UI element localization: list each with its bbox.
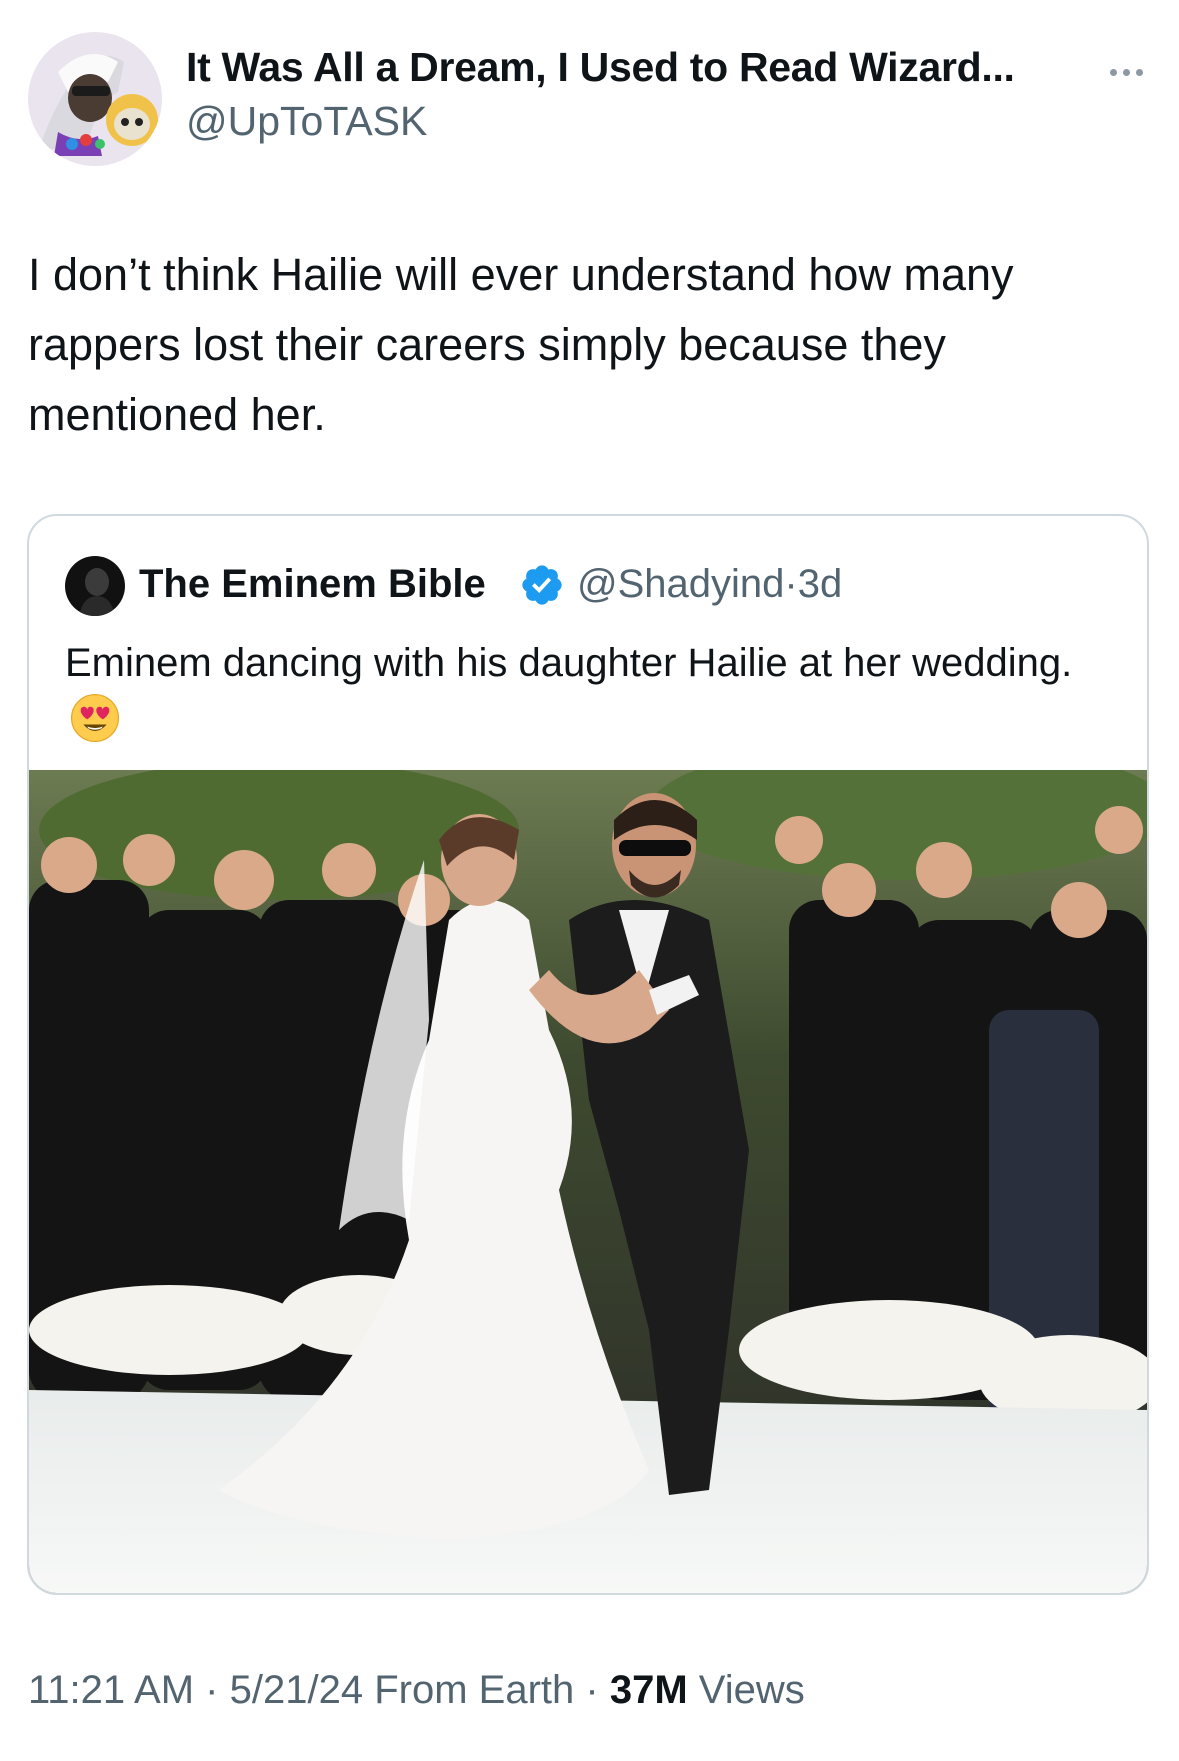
more-dot-icon — [1135, 68, 1143, 76]
quoted-author-name[interactable]: The Eminem Bible — [139, 562, 486, 607]
wedding-dance-photo[interactable] — [29, 770, 1147, 1595]
quoted-tweet-card[interactable]: The Eminem Bible @Shadyind·3d Eminem dan… — [27, 514, 1149, 1595]
author-name[interactable]: It Was All a Dream, I Used to Read Wizar… — [186, 44, 1015, 91]
tweet-text: I don’t think Hailie will ever understan… — [28, 249, 1014, 440]
author-avatar[interactable] — [28, 32, 162, 166]
quoted-handle[interactable]: @Shadyind — [577, 562, 784, 606]
author-avatar-image — [28, 32, 162, 166]
meta-separator: · — [784, 562, 798, 606]
views-label: Views — [698, 1668, 805, 1712]
tweet-time[interactable]: 11:21 AM — [28, 1668, 194, 1712]
quoted-tweet-text: Eminem dancing with his daughter Hailie … — [65, 634, 1105, 750]
tweet-date[interactable]: 5/21/24 — [230, 1668, 363, 1712]
tweet-source: From Earth — [374, 1668, 575, 1712]
more-options-button[interactable] — [1096, 52, 1156, 92]
meta-separator: · — [585, 1668, 599, 1712]
author-handle[interactable]: @UpToTASK — [186, 98, 427, 145]
heart-eyes-emoji-icon — [70, 693, 120, 743]
more-dot-icon — [1122, 68, 1130, 76]
quoted-text-body: Eminem dancing with his daughter Hailie … — [65, 641, 1073, 685]
verified-badge-icon — [522, 565, 562, 605]
quoted-avatar-image — [65, 556, 125, 616]
quoted-author-avatar[interactable] — [65, 556, 125, 616]
quoted-age[interactable]: 3d — [798, 562, 843, 606]
views-count[interactable]: 37M — [610, 1668, 688, 1712]
quoted-meta: @Shadyind·3d — [577, 562, 842, 607]
tweet-metadata: 11:21 AM · 5/21/24 From Earth · 37M View… — [28, 1668, 805, 1713]
more-dot-icon — [1109, 68, 1117, 76]
meta-separator: · — [205, 1668, 219, 1712]
